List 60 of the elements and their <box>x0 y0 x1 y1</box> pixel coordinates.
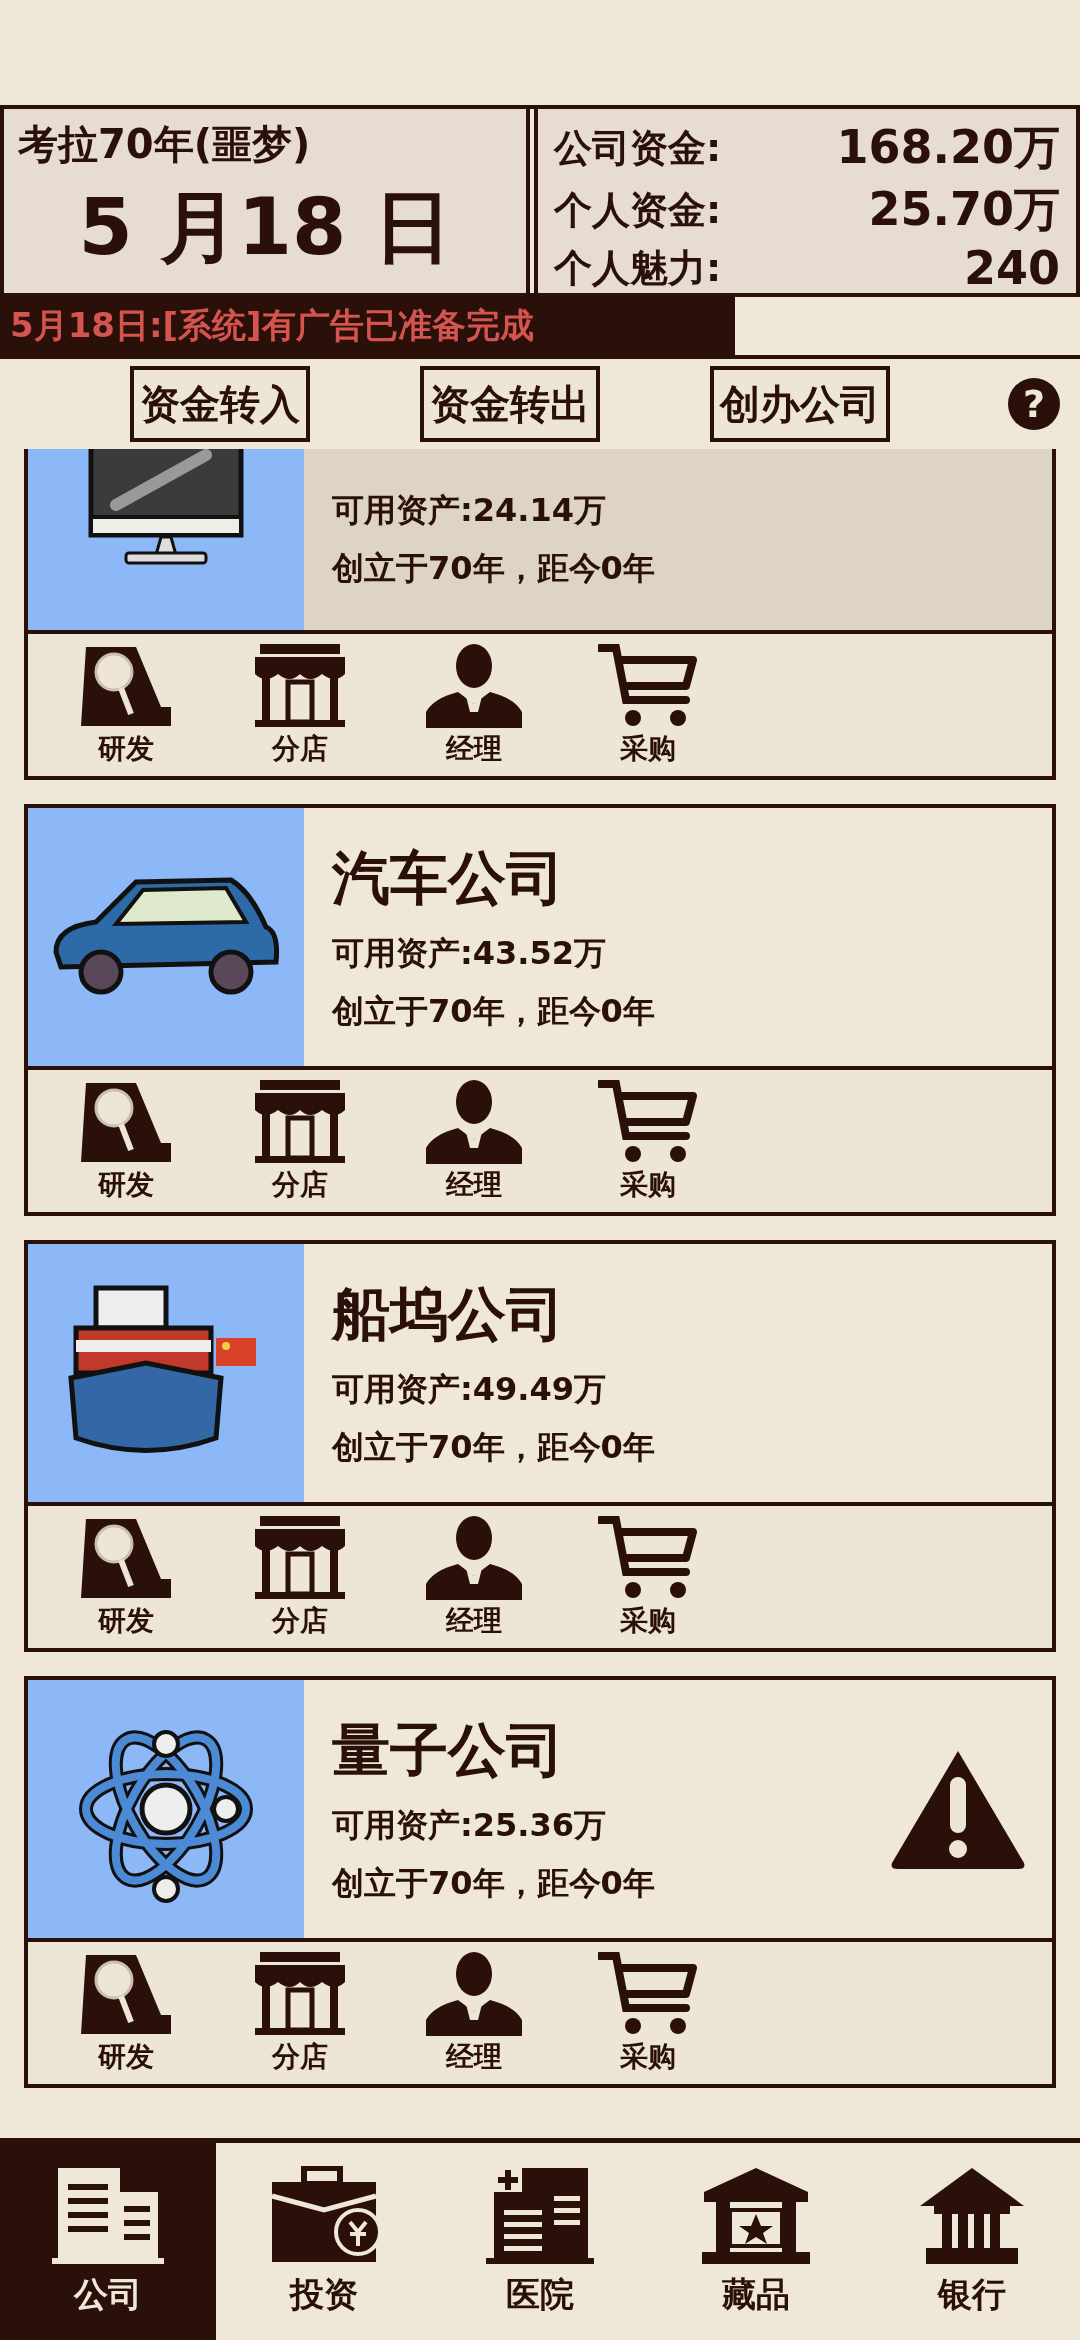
company-founded: 创立于70年，距今0年 <box>332 1427 656 1468</box>
museum-icon <box>700 2165 812 2266</box>
stat-label: 个人资金: <box>554 186 722 234</box>
nav-tab[interactable]: 医院 <box>432 2143 648 2340</box>
company-assets: 可用资产:24.14万 <box>332 489 607 531</box>
company-action-button[interactable]: 分店 <box>242 1950 358 2076</box>
stat-value: 168.20万 <box>836 119 1060 176</box>
company-action-button[interactable]: 采购 <box>590 642 706 768</box>
game-year: 考拉70年(噩梦) <box>18 120 312 169</box>
company-founded: 创立于70年，距今0年 <box>332 547 656 589</box>
company-assets: 可用资产:43.52万 <box>332 933 607 974</box>
company-action-button[interactable]: 研发 <box>68 1078 184 1204</box>
company-action-button[interactable]: 经理 <box>416 642 532 768</box>
company-action-button[interactable]: 经理 <box>416 1514 532 1640</box>
action-button[interactable]: 创办公司 <box>710 366 890 442</box>
stat-value: 240 <box>963 241 1060 295</box>
businessman-icon <box>424 1950 524 2036</box>
businessman-icon <box>424 1514 524 1600</box>
company-action-button[interactable]: 采购 <box>590 1078 706 1204</box>
cart-icon <box>598 1078 698 1164</box>
cart-icon <box>598 642 698 728</box>
company-info[interactable]: 量子公司 可用资产:25.36万 创立于70年，距今0年 <box>28 1680 1052 1942</box>
nav-tab[interactable]: 银行 <box>864 2143 1080 2340</box>
company-assets: 可用资产:49.49万 <box>332 1369 607 1410</box>
cart-icon <box>598 1514 698 1600</box>
company-info[interactable]: 汽车公司 可用资产:43.52万 创立于70年，距今0年 <box>28 808 1052 1070</box>
cart-icon <box>598 1950 698 2036</box>
hospital-icon <box>484 2165 596 2266</box>
businessman-icon <box>424 642 524 728</box>
company-action-button[interactable]: 分店 <box>242 1078 358 1204</box>
company-founded: 创立于70年，距今0年 <box>332 1863 656 1904</box>
action-button[interactable]: 资金转出 <box>420 366 600 442</box>
current-date: 5 月18 日 <box>77 181 453 274</box>
building-icon <box>52 2165 164 2266</box>
system-message: 5月18日:[系统]有广告已准备完成 <box>0 297 735 355</box>
stat-label: 公司资金: <box>554 124 722 172</box>
nav-tab[interactable]: 公司 <box>0 2143 216 2340</box>
stat-label: 个人魅力: <box>554 244 722 292</box>
help-button[interactable]: ? <box>1008 378 1060 430</box>
company-name: 船坞公司 <box>332 1279 565 1350</box>
company-info[interactable]: 船坞公司 可用资产:49.49万 创立于70年，距今0年 <box>28 1244 1052 1506</box>
company-action-button[interactable]: 研发 <box>68 1950 184 2076</box>
company-founded: 创立于70年，距今0年 <box>332 991 656 1032</box>
company-assets: 可用资产:25.36万 <box>332 1805 607 1846</box>
company-name: 汽车公司 <box>332 843 565 914</box>
company-action-button[interactable]: 采购 <box>590 1950 706 2076</box>
company-name: 量子公司 <box>332 1715 565 1786</box>
action-button[interactable]: 资金转入 <box>130 366 310 442</box>
company-action-button[interactable]: 研发 <box>68 1514 184 1640</box>
nav-tab[interactable]: 藏品 <box>648 2143 864 2340</box>
company-info[interactable]: 可用资产:24.14万 创立于70年，距今0年 <box>28 449 1052 634</box>
company-action-button[interactable]: 经理 <box>416 1078 532 1204</box>
company-action-button[interactable]: 采购 <box>590 1514 706 1640</box>
nav-tab[interactable]: 投资 <box>216 2143 432 2340</box>
company-action-button[interactable]: 分店 <box>242 642 358 768</box>
company-action-button[interactable]: 研发 <box>68 642 184 768</box>
stat-value: 25.70万 <box>868 181 1060 238</box>
company-action-button[interactable]: 分店 <box>242 1514 358 1640</box>
businessman-icon <box>424 1078 524 1164</box>
company-action-button[interactable]: 经理 <box>416 1950 532 2076</box>
